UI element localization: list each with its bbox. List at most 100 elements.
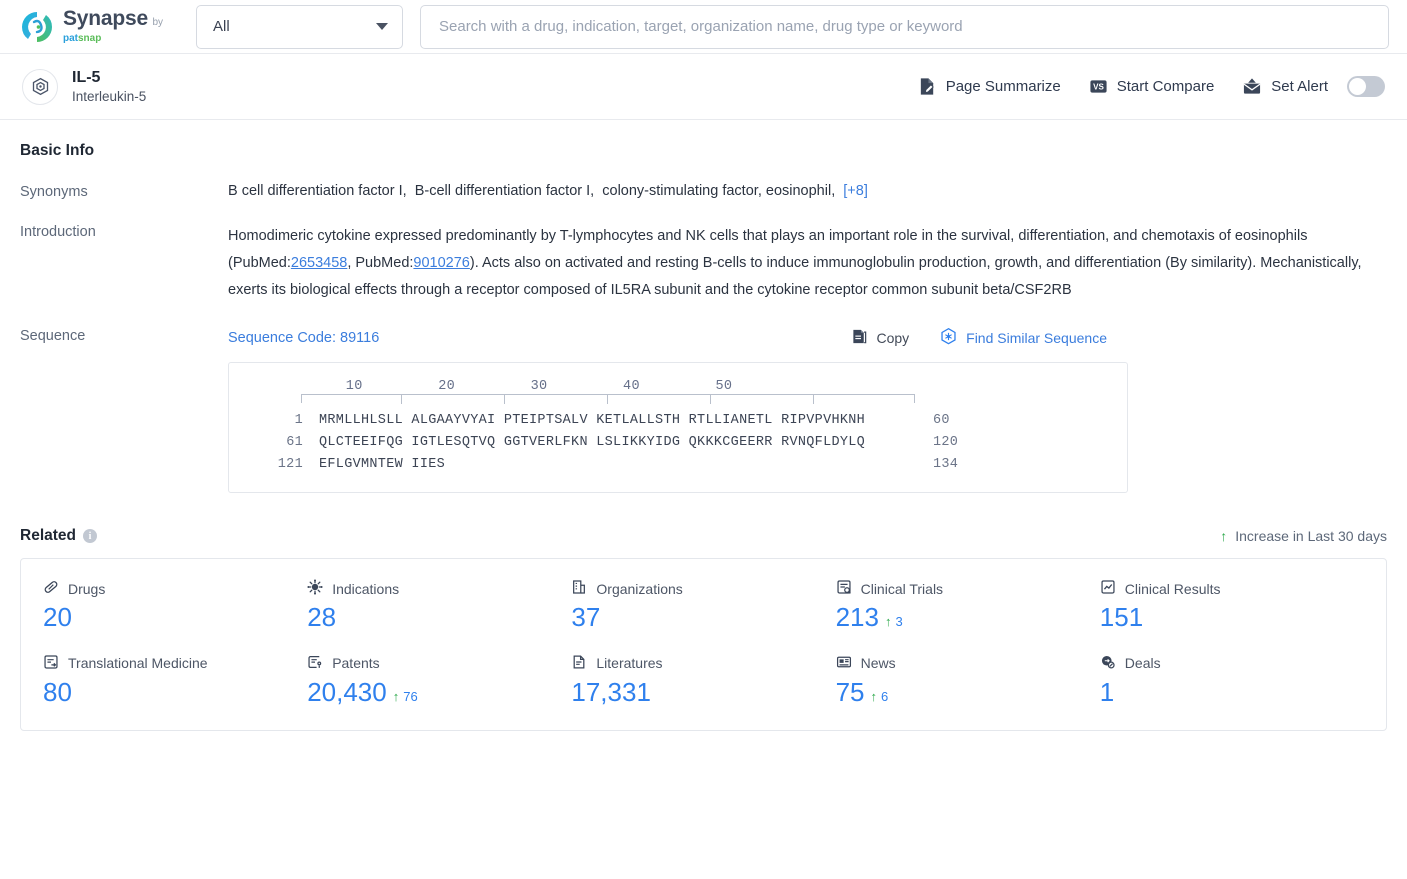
- stat-card-organizations[interactable]: Organizations 37: [571, 579, 835, 632]
- pubmed-link-1[interactable]: 2653458: [291, 255, 347, 271]
- stat-value: 1: [1100, 677, 1364, 707]
- sequence-end-index: 134: [933, 457, 959, 472]
- stat-label: Clinical Trials: [836, 579, 1100, 598]
- stat-card-clinical-results[interactable]: Clinical Results 151: [1100, 579, 1364, 632]
- info-icon[interactable]: i: [83, 529, 97, 543]
- synapse-swirl-logo-icon: [18, 8, 56, 46]
- stat-delta: ↑ 3: [885, 614, 903, 629]
- find-similar-sequence-button[interactable]: Find Similar Sequence: [939, 327, 1107, 349]
- stat-value: 17,331: [571, 677, 835, 707]
- chevron-down-icon: [376, 23, 388, 30]
- up-arrow-icon: ↑: [392, 688, 400, 704]
- stat-delta-number: 3: [895, 614, 903, 629]
- logo-title: Synapse: [63, 7, 148, 30]
- clinical-results-icon: [1100, 579, 1116, 598]
- stat-label-text: Organizations: [596, 580, 683, 597]
- sequence-start-index: 61: [286, 435, 303, 450]
- stat-number[interactable]: 213: [836, 603, 879, 632]
- stat-card-patents[interactable]: Patents 20,430 ↑ 76: [307, 654, 571, 707]
- stat-card-deals[interactable]: Deals 1: [1100, 654, 1364, 707]
- sequence-body: Sequence Code: 89116 Copy Find Similar S…: [228, 327, 1387, 493]
- start-compare-button[interactable]: VS Start Compare: [1089, 77, 1214, 96]
- stat-label-text: Indications: [332, 580, 400, 597]
- stat-value: 151: [1100, 603, 1364, 632]
- stat-value: 75 ↑ 6: [836, 677, 1100, 707]
- sequence-label: Sequence: [20, 328, 86, 344]
- stat-number[interactable]: 151: [1100, 603, 1143, 632]
- related-heading: Related i: [20, 527, 97, 545]
- app-logo[interactable]: Synapse by patsnap: [18, 8, 196, 46]
- page-summarize-label: Page Summarize: [945, 78, 1061, 95]
- stat-label: Indications: [307, 579, 571, 598]
- pubmed-link-2[interactable]: 9010276: [413, 255, 469, 271]
- synonyms-row: Synonyms B cell differentiation factor I…: [20, 183, 1387, 200]
- stat-label-text: Translational Medicine: [68, 655, 208, 672]
- stat-number[interactable]: 37: [571, 603, 600, 632]
- entity-header: IL-5 Interleukin-5 Page Summarize VS Sta…: [0, 54, 1407, 120]
- sequence-residues: MRMLLHLSLL ALGAAYVYAI PTEIPTSALV KETLALL…: [319, 413, 866, 428]
- synonym-item: colony-stimulating factor: [602, 183, 758, 199]
- sequence-row: Sequence Sequence Code: 89116 Copy Find …: [20, 327, 1387, 493]
- logo-pat: pat: [63, 33, 78, 44]
- sequence-viewer: 10 20 30 40 50 1 MRMLLHLSLL ALGAAYVYAI P…: [228, 362, 1128, 493]
- copy-label: Copy: [876, 330, 910, 346]
- up-arrow-icon: ↑: [884, 614, 892, 629]
- literature-icon: [571, 654, 587, 673]
- search-scope-select[interactable]: All: [196, 4, 403, 49]
- stat-label: Literatures: [571, 654, 835, 673]
- search-input[interactable]: [439, 18, 1370, 35]
- stat-card-literatures[interactable]: Literatures 17,331: [571, 654, 835, 707]
- stat-number[interactable]: 17,331: [571, 677, 651, 707]
- logo-snap: snap: [78, 33, 102, 44]
- sequence-residues: EFLGVMNTEW IIES: [319, 457, 446, 472]
- synonyms-label: Synonyms: [20, 184, 88, 200]
- set-alert-button[interactable]: Set Alert: [1242, 76, 1385, 97]
- search-scope-value: All: [213, 18, 230, 35]
- stat-value: 28: [307, 603, 571, 632]
- sequence-start-index: 121: [277, 457, 303, 472]
- sequence-line: 61 QLCTEEIFQG IGTLESQTVQ GGTVERLFKN LSLI…: [251, 435, 1105, 450]
- stat-label-text: News: [860, 655, 896, 672]
- up-arrow-icon: ↑: [870, 688, 878, 704]
- stat-number[interactable]: 75: [836, 677, 865, 707]
- introduction-text: Homodimeric cytokine expressed predomina…: [228, 223, 1363, 304]
- increase-legend-label: Increase in Last 30 days: [1235, 528, 1387, 544]
- patent-icon: [307, 654, 323, 673]
- stat-value: 20: [43, 603, 307, 632]
- copy-sequence-button[interactable]: Copy: [851, 328, 909, 348]
- related-stats-grid: Drugs 20 Indications 28 Organizations 37 Clini…: [43, 579, 1364, 706]
- set-alert-label: Set Alert: [1271, 78, 1328, 95]
- stat-label-text: Deals: [1124, 655, 1161, 672]
- stat-card-indications[interactable]: Indications 28: [307, 579, 571, 632]
- introduction-label: Introduction: [20, 224, 96, 240]
- top-search-bar: Synapse by patsnap All: [0, 0, 1407, 54]
- search-field-wrapper[interactable]: [420, 4, 1389, 49]
- set-alert-toggle[interactable]: [1347, 76, 1385, 97]
- stat-delta: ↑ 6: [871, 689, 889, 704]
- synonyms-more-link[interactable]: [+8]: [843, 183, 868, 199]
- increase-legend: ↑ Increase in Last 30 days: [1220, 528, 1387, 544]
- news-icon: [836, 654, 852, 673]
- page-summarize-button[interactable]: Page Summarize: [918, 77, 1061, 96]
- synonym-item: eosinophil: [765, 183, 832, 199]
- stat-label-text: Clinical Results: [1124, 580, 1221, 597]
- stat-card-news[interactable]: News 75 ↑ 6: [836, 654, 1100, 707]
- stat-number[interactable]: 28: [307, 603, 336, 632]
- stat-number[interactable]: 20,430: [307, 677, 387, 707]
- stat-card-translational-medicine[interactable]: Translational Medicine 80: [43, 654, 307, 707]
- stat-number[interactable]: 1: [1100, 677, 1114, 707]
- svg-text:VS: VS: [1093, 83, 1104, 92]
- stat-delta-number: 76: [403, 688, 418, 704]
- page-title: IL-5: [72, 68, 101, 86]
- sequence-line: 1 MRMLLHLSLL ALGAAYVYAI PTEIPTSALV KETLA…: [251, 413, 1105, 428]
- stat-number[interactable]: 80: [43, 677, 72, 707]
- stat-number[interactable]: 20: [43, 603, 72, 632]
- stat-card-drugs[interactable]: Drugs 20: [43, 579, 307, 632]
- stat-card-clinical-trials[interactable]: Clinical Trials 213 ↑ 3: [836, 579, 1100, 632]
- copy-icon: [851, 328, 868, 348]
- synonym-item: B-cell differentiation factor I: [414, 183, 591, 199]
- find-similar-sequence-label: Find Similar Sequence: [966, 330, 1107, 346]
- sequence-code-link[interactable]: Sequence Code: 89116: [228, 330, 379, 346]
- stat-label-text: Literatures: [596, 655, 663, 672]
- stat-label-text: Clinical Trials: [860, 580, 944, 597]
